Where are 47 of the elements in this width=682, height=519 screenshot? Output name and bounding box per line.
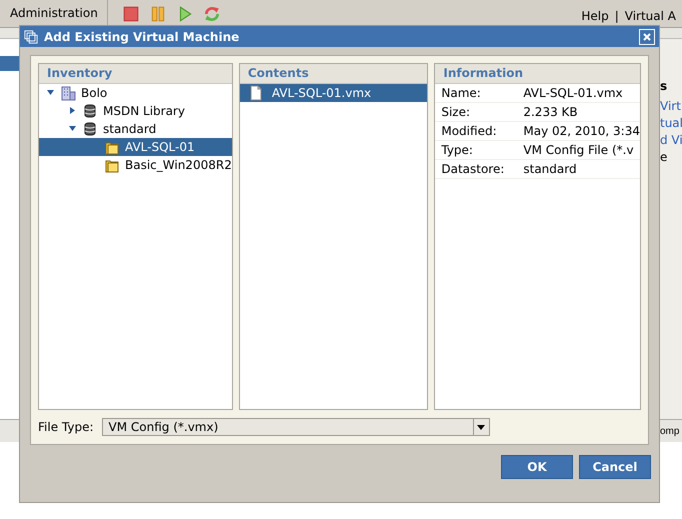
file-icon [248,85,264,101]
panel-title: Inventory [47,66,112,80]
tree-item[interactable]: Basic_Win2008R2 [39,156,232,174]
info-value: VM Config File (*.v [523,143,634,157]
panel-link[interactable]: tual [660,116,682,130]
info-value: 2.233 KB [523,105,578,119]
building-icon [60,85,76,101]
panel-text: e [660,150,668,164]
panel-title: s [660,79,668,93]
expand-arrow-icon[interactable] [69,107,77,115]
info-value: AVL-SQL-01.vmx [523,86,623,100]
info-value: standard [523,162,577,176]
tree-item[interactable]: MSDN Library [39,102,232,120]
file-type-dropdown[interactable]: VM Config (*.vmx) [102,418,490,436]
info-label: Datastore: [441,162,506,176]
stop-icon[interactable] [122,4,140,22]
separator: | [614,8,619,22]
refresh-icon[interactable] [202,4,221,22]
status-text: omp [660,426,680,436]
collapse-arrow-icon[interactable] [47,89,55,97]
panel-title: Information [443,66,523,80]
tree-item[interactable]: Bolo [39,84,232,102]
info-label: Size: [441,105,472,119]
database-icon [82,103,98,119]
panel-title: Contents [248,66,309,80]
panel-link[interactable]: Virt [660,99,682,113]
tree-item[interactable]: AVL-SQL-01 [39,138,232,156]
close-icon [642,32,652,42]
file-item[interactable]: AVL-SQL-01.vmx [240,84,428,102]
close-button[interactable] [639,28,655,44]
panel-link[interactable]: d Vi [660,133,682,147]
cancel-button[interactable]: Cancel [579,455,651,479]
window-icon [24,30,38,44]
header-link[interactable]: Help [581,8,609,22]
info-value: May 02, 2010, 3:34 [523,124,640,138]
file-type-label: File Type: [38,420,94,434]
info-label: Name: [441,86,482,100]
ok-button[interactable]: OK [501,455,573,479]
dialog-title: Add Existing Virtual Machine [44,30,240,44]
sidebar-highlight [0,56,20,71]
collapse-arrow-icon[interactable] [69,125,77,133]
caret-icon [477,424,485,430]
info-label: Modified: [441,124,498,138]
database-icon [82,121,98,137]
tree-item[interactable]: standard [39,120,232,138]
header-link[interactable]: Virtual A [624,8,676,22]
info-label: Type: [441,143,474,157]
